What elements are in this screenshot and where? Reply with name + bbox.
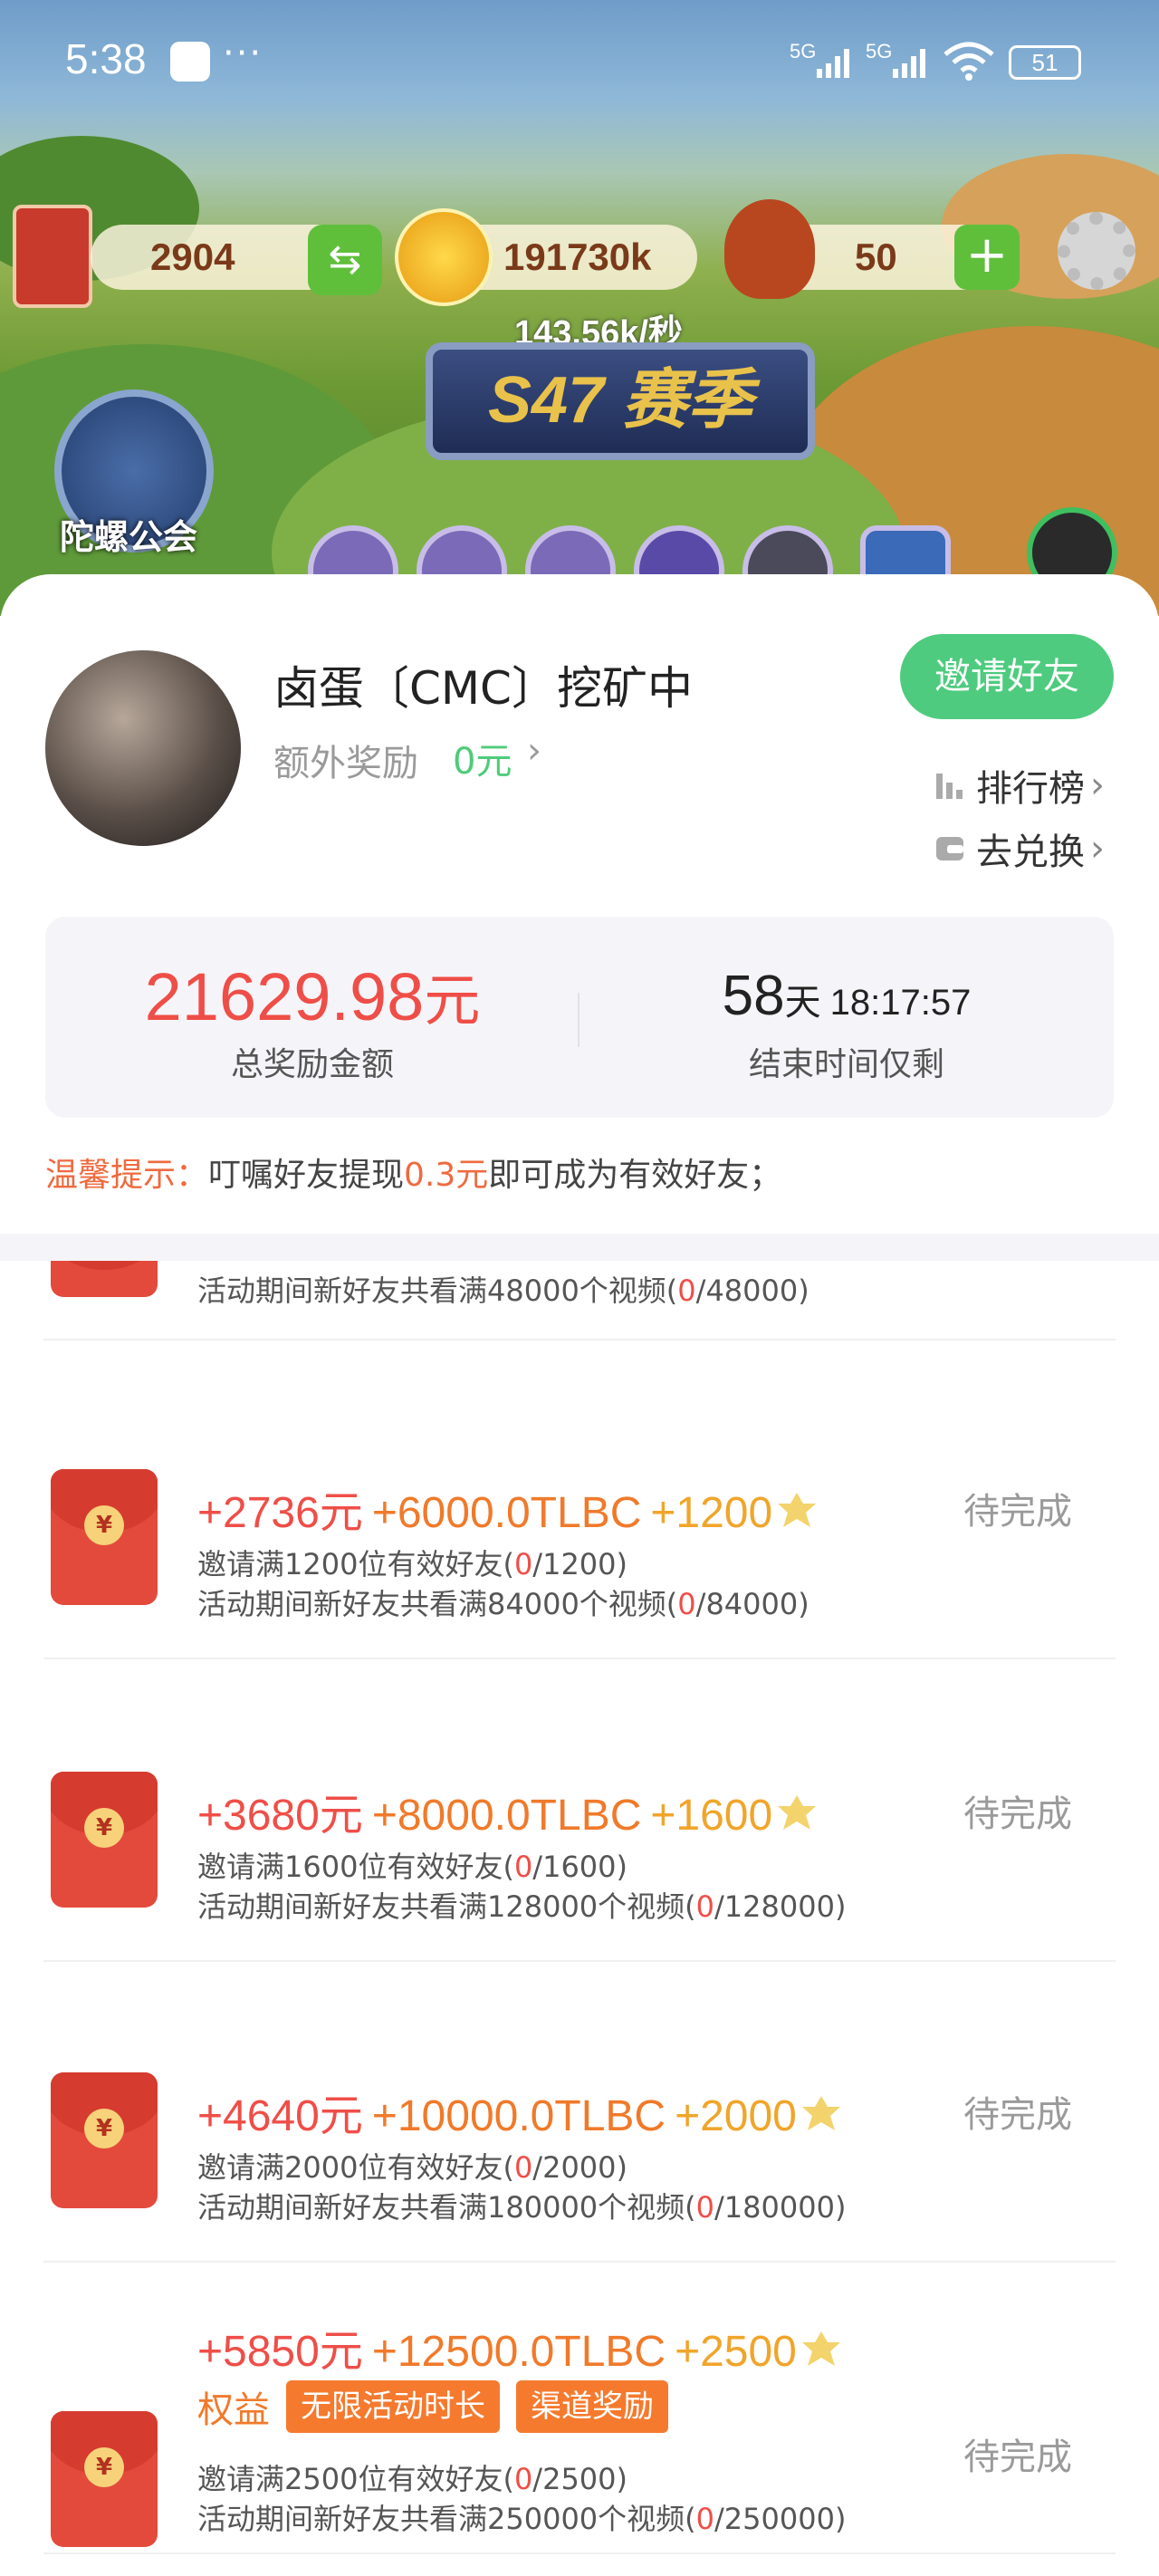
perk-row: 权益 无限活动时长 渠道奖励	[197, 2380, 668, 2433]
remaining-label: 结束时间仅剩	[748, 1046, 944, 1083]
more-notifications-icon: ···	[223, 33, 263, 74]
chevron-right-icon[interactable]: ›	[527, 730, 541, 772]
days-unit: 天	[784, 982, 821, 1024]
tip-before: 叮嘱好友提现	[208, 1157, 405, 1194]
perk-tag: 无限活动时长	[286, 2380, 500, 2433]
game-background: 5:38 ··· 5G 5G 51 2904 ⇆ 191730k 50 + 14…	[0, 0, 1159, 616]
exchange-label: 去兑换	[976, 831, 1085, 873]
season-badge[interactable]: S47 赛季	[426, 342, 815, 460]
status-label: 待完成	[963, 1491, 1072, 1533]
red-packet-icon: ¥	[51, 2411, 158, 2547]
list-item: 活动期间新好友共看满48000个视频(0/48000)	[43, 1261, 1116, 1351]
invite-condition: 邀请满1200位有效好友(0/1200)	[197, 1547, 627, 1581]
status-time: 5:38	[65, 35, 147, 82]
status-bar: 5:38 ··· 5G 5G 51	[0, 0, 1159, 127]
reward-line: +3680元 +8000.0TLBC +1600	[197, 1779, 818, 1842]
reward-yuan: +4640元	[197, 2092, 363, 2140]
signal-icon	[817, 49, 849, 78]
avatar	[45, 650, 241, 846]
add-meat-button[interactable]: +	[954, 225, 1020, 290]
tip-amount: 0.3元	[404, 1157, 489, 1194]
total-reward-unit: 元	[424, 967, 481, 1033]
wallet-icon	[936, 837, 963, 860]
gold-coin-icon	[801, 2331, 840, 2366]
invite-condition: 邀请满1600位有效好友(0/1600)	[197, 1850, 627, 1884]
red-packet-icon: ¥	[51, 1469, 158, 1605]
total-reward-amount: 21629.98元	[45, 955, 580, 1036]
wifi-icon	[943, 42, 994, 81]
network-5g-label-2: 5G	[866, 40, 893, 62]
chevron-right-icon: ›	[1090, 828, 1105, 870]
reward-line: +4640元 +10000.0TLBC +2000	[197, 2080, 842, 2143]
reward-line: +2736元 +6000.0TLBC +1200	[197, 1476, 818, 1540]
status-label: 待完成	[963, 2094, 1072, 2136]
status-label: 待完成	[963, 1793, 1072, 1835]
list-item: ¥ +3680元 +8000.0TLBC +1600 待完成 邀请满1600位有效好…	[43, 1772, 1116, 2071]
swap-button[interactable]: ⇆	[308, 225, 382, 295]
reward-coins: +2000	[675, 2092, 797, 2140]
reward-coins: +1600	[650, 1792, 773, 1840]
invite-friends-button[interactable]: 邀请好友	[900, 634, 1114, 719]
settings-gear-icon[interactable]	[1058, 212, 1135, 290]
status-label: 待完成	[963, 2437, 1072, 2478]
task-list: 活动期间新好友共看满48000个视频(0/48000) ¥ +2736元 +600…	[0, 1261, 1159, 2576]
red-packet-icon: ¥	[51, 1772, 158, 1908]
reward-tlbc: +10000.0TLBC	[371, 2092, 666, 2140]
video-condition: 活动期间新好友共看满250000个视频(0/250000)	[197, 2502, 847, 2536]
invite-condition: 邀请满2000位有效好友(0/2000)	[197, 2150, 627, 2185]
exchange-link[interactable]: 去兑换 ›	[934, 822, 1105, 875]
chevron-right-icon: ›	[1090, 764, 1105, 806]
reward-tlbc: +12500.0TLBC	[371, 2328, 666, 2376]
video-condition: 活动期间新好友共看满84000个视频(0/84000)	[197, 1587, 809, 1621]
video-condition: 活动期间新好友共看满180000个视频(0/180000)	[197, 2190, 847, 2225]
ranking-link[interactable]: 排行榜 ›	[934, 759, 1105, 812]
total-reward-label: 总奖励金额	[230, 1046, 394, 1083]
list-item: +5850元 +12500.0TLBC +2500 权益 无限活动时长 渠道奖励 ¥…	[43, 2302, 1116, 2574]
bar-chart-icon	[936, 774, 963, 799]
reward-yuan: +5850元	[197, 2328, 363, 2376]
bonus-label: 额外奖励	[273, 743, 418, 784]
network-5g-label: 5G	[790, 40, 817, 62]
user-name: 卤蛋〔CMC〕挖矿中	[273, 662, 693, 715]
gold-coin-icon	[801, 2096, 840, 2130]
red-packet-icon: ¥	[51, 2072, 158, 2208]
red-packet-icon	[51, 1261, 158, 1297]
tip-after: 即可成为有效好友；	[488, 1157, 782, 1194]
bonus-value[interactable]: 0元	[453, 732, 512, 784]
perk-label: 权益	[197, 2389, 270, 2431]
reward-coins: +1200	[650, 1489, 773, 1537]
separator	[0, 1234, 1159, 1261]
reward-tlbc: +6000.0TLBC	[371, 1489, 642, 1537]
video-condition: 活动期间新好友共看满48000个视频(0/48000)	[197, 1274, 809, 1308]
remaining-time: 58天 18:17:57	[580, 964, 1114, 1028]
list-item: ¥ +2736元 +6000.0TLBC +1200 待完成 邀请满1200位有效好…	[43, 1469, 1116, 1768]
signal-icon-2	[893, 49, 925, 78]
reward-coins: +2500	[675, 2328, 797, 2376]
gold-coin-icon	[778, 1795, 817, 1830]
notification-app-icon	[170, 42, 210, 82]
gold-coin-icon	[395, 208, 493, 306]
perk-tag: 渠道奖励	[516, 2380, 668, 2433]
total-reward-number: 21629.98	[144, 959, 425, 1034]
reward-yuan: +2736元	[197, 1489, 363, 1537]
meat-icon	[724, 199, 815, 299]
guild-label: 陀螺公会	[60, 517, 198, 557]
reward-yuan: +3680元	[197, 1792, 363, 1840]
invite-condition: 邀请满2500位有效好友(0/2500)	[197, 2462, 627, 2496]
ticket-icon[interactable]	[13, 205, 92, 308]
tip-text: 温馨提示：叮嘱好友提现0.3元即可成为有效好友；	[45, 1149, 781, 1196]
ranking-label: 排行榜	[976, 768, 1085, 810]
battery-icon: 51	[1009, 45, 1081, 80]
remaining-days: 58	[722, 965, 785, 1027]
remaining-clock: 18:17:57	[829, 983, 972, 1023]
video-condition: 活动期间新好友共看满128000个视频(0/128000)	[197, 1889, 847, 1924]
gold-coin-icon	[778, 1493, 817, 1527]
tip-head: 温馨提示：	[45, 1157, 209, 1194]
reward-tlbc: +8000.0TLBC	[371, 1792, 642, 1840]
reward-line: +5850元 +12500.0TLBC +2500	[197, 2315, 842, 2379]
stats-box: 21629.98元 总奖励金额 58天 18:17:57 结束时间仅剩	[45, 917, 1114, 1118]
